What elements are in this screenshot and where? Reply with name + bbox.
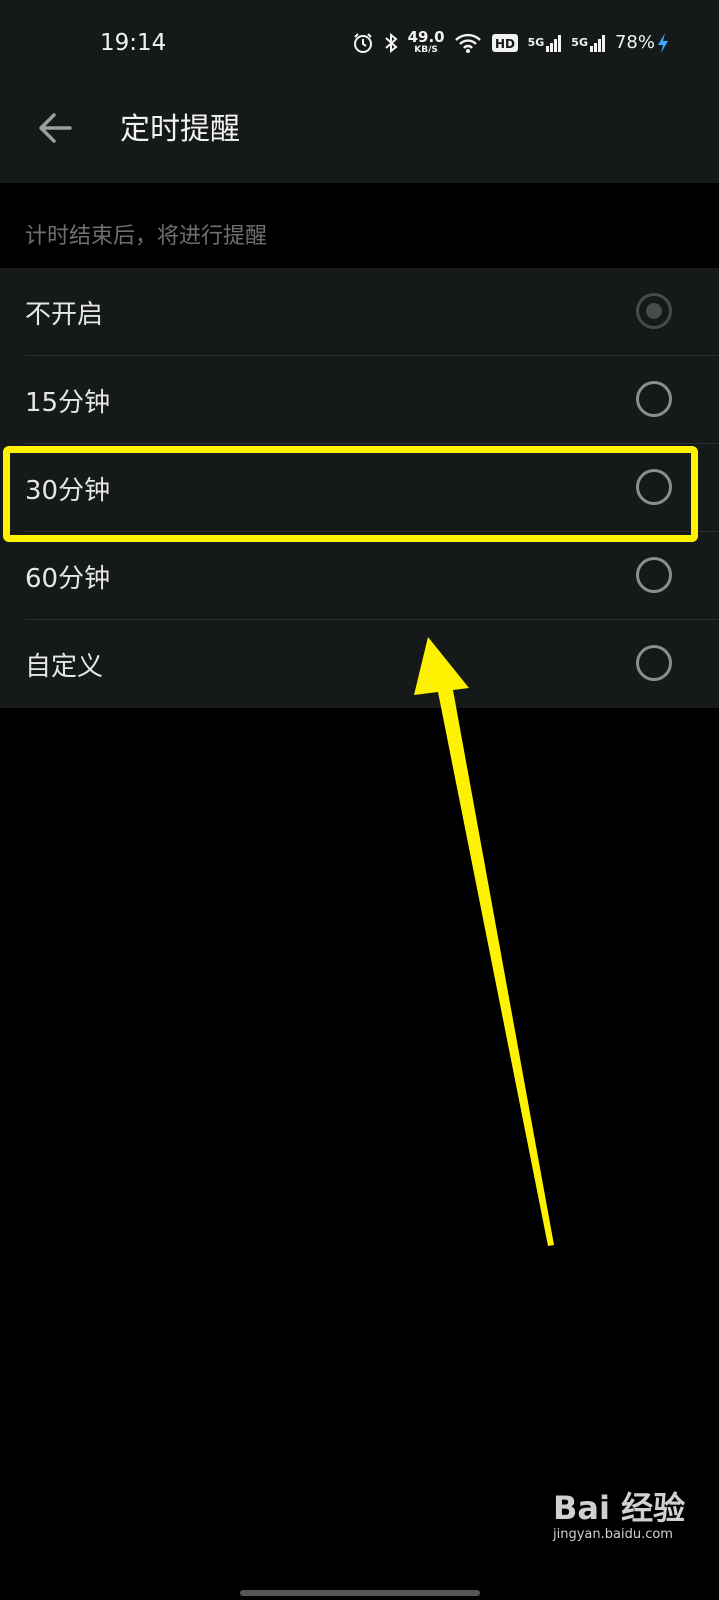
watermark: Bai 经验 jingyan.baidu.com [553,1483,685,1542]
home-indicator[interactable] [240,1590,480,1596]
watermark-brand: Bai 经验 [553,1489,686,1527]
annotation-arrow-icon [414,637,554,1246]
watermark-url: jingyan.baidu.com [553,1527,673,1542]
